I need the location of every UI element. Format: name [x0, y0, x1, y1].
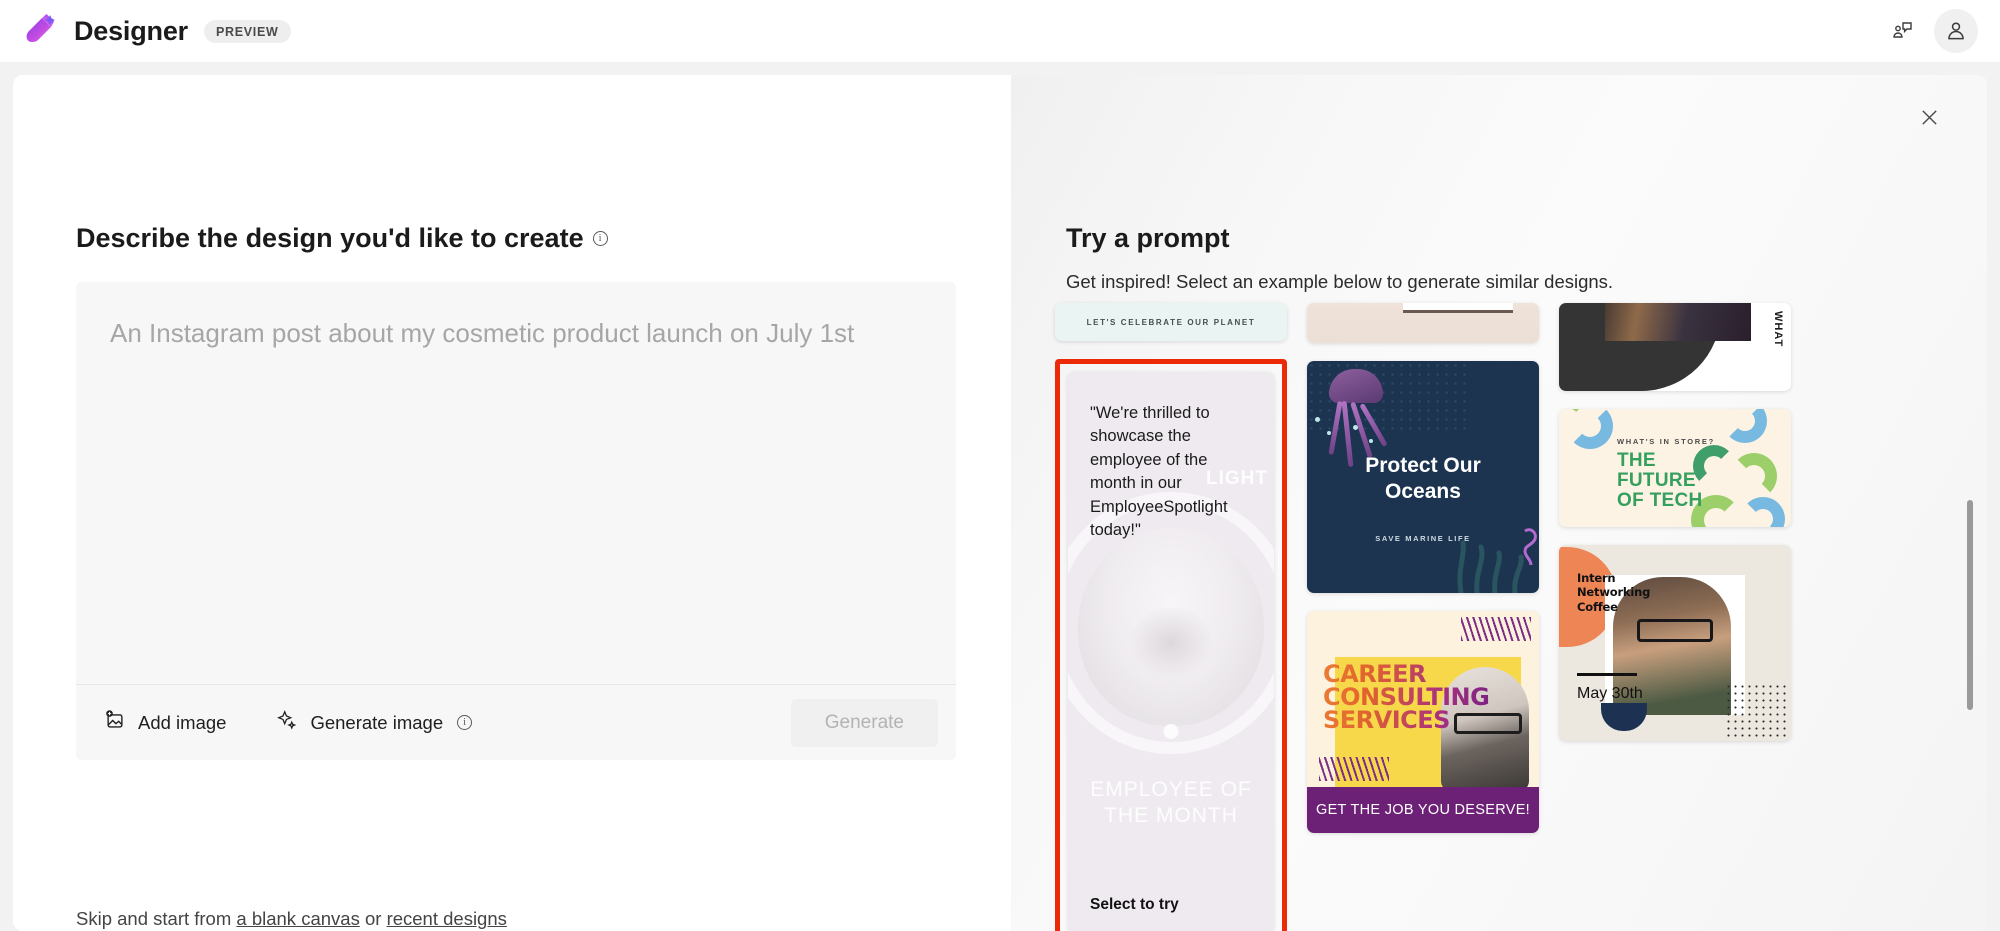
card-intern-networking[interactable]: Intern Networking Coffee May 30th — [1559, 545, 1791, 741]
decorative-dot — [1164, 724, 1179, 739]
designer-logo-icon — [20, 11, 60, 51]
card-kicker: WHAT'S IN STORE? — [1617, 437, 1715, 446]
bubble — [1327, 431, 1331, 435]
card-prompt-text: "We're thrilled to showcase the employee… — [1090, 402, 1254, 543]
arc-shape — [1567, 409, 1613, 449]
try-a-prompt-title: Try a prompt — [1066, 223, 1230, 254]
prompt-toolbar: Add image Generate image i Generate — [76, 684, 956, 760]
card-title-line2: FUTURE — [1617, 471, 1703, 491]
card-sand-teaser[interactable] — [1307, 303, 1539, 343]
card-headline-line1: EMPLOYEE OF — [1068, 777, 1274, 803]
add-image-label: Add image — [138, 712, 226, 734]
card-title-line1: THE — [1617, 451, 1703, 471]
image-add-icon — [104, 709, 126, 736]
try-a-prompt-subtitle: Get inspired! Select an example below to… — [1066, 271, 1613, 293]
prompt-input[interactable]: An Instagram post about my cosmetic prod… — [76, 282, 956, 684]
card-celebrate-planet[interactable]: LET'S CELEBRATE OUR PLANET — [1055, 303, 1287, 341]
card-title-line2: Oceans — [1307, 479, 1539, 505]
card-title-line1: Protect Our — [1307, 453, 1539, 479]
prompt-box: An Instagram post about my cosmetic prod… — [76, 282, 956, 760]
selection-highlight: LIGHT EMPLOYEE OF THE MONTH "We're thril… — [1055, 359, 1287, 931]
divider-rule — [1577, 673, 1637, 676]
gallery-scrollbar[interactable] — [1967, 500, 1973, 710]
app-header: Designer PREVIEW — [0, 0, 2000, 62]
blank-canvas-link[interactable]: a blank canvas — [236, 908, 359, 929]
dot-pattern — [1725, 683, 1787, 739]
header-actions — [1880, 9, 1978, 53]
page-title-text: Describe the design you'd like to create — [76, 223, 584, 254]
seaweed-icon — [1443, 507, 1539, 593]
card-footer-banner: GET THE JOB YOU DESERVE! — [1307, 787, 1539, 833]
recent-designs-link[interactable]: recent designs — [387, 908, 507, 929]
brand: Designer PREVIEW — [20, 11, 291, 51]
arc-shape — [1731, 453, 1777, 499]
gallery-column-1: LET'S CELEBRATE OUR PLANET LIGHT EMPLOYE… — [1055, 303, 1287, 931]
gallery-column-3: WHAT WHAT'S IN STORE? THE FUTURE OF TECH — [1559, 303, 1791, 931]
card-photo — [1078, 528, 1264, 726]
generate-image-info-icon[interactable]: i — [457, 715, 472, 730]
card-title-line2: Networking — [1577, 585, 1650, 599]
select-to-try-label[interactable]: Select to try — [1090, 896, 1179, 914]
footer-middle: or — [360, 908, 387, 929]
generate-button[interactable]: Generate — [791, 699, 938, 747]
card-employee-spotlight[interactable]: LIGHT EMPLOYEE OF THE MONTH "We're thril… — [1068, 372, 1274, 931]
card-caption: LET'S CELEBRATE OUR PLANET — [1087, 318, 1256, 327]
generate-image-button[interactable]: Generate image i — [276, 709, 472, 736]
sparkle-icon — [276, 709, 298, 736]
hatch-pattern — [1319, 757, 1389, 781]
prompt-pane: Describe the design you'd like to create… — [13, 75, 1011, 931]
arc-shape — [1741, 497, 1785, 527]
bubble — [1353, 425, 1358, 430]
arc-shape — [1723, 409, 1767, 443]
prompt-gallery: LET'S CELEBRATE OUR PLANET LIGHT EMPLOYE… — [1055, 303, 1985, 931]
card-title: Protect Our Oceans — [1307, 453, 1539, 504]
bubble — [1315, 417, 1320, 422]
card-protect-oceans[interactable]: Protect Our Oceans SAVE MARINE LIFE — [1307, 361, 1539, 593]
card-title: THE FUTURE OF TECH — [1617, 451, 1703, 511]
card-headline-line2: THE MONTH — [1068, 803, 1274, 829]
card-night-teaser[interactable]: WHAT — [1559, 303, 1791, 391]
card-title: Intern Networking Coffee — [1577, 571, 1650, 614]
card-title-line3: SERVICES — [1323, 709, 1489, 732]
account-button[interactable] — [1934, 9, 1978, 53]
generate-image-label: Generate image — [310, 712, 443, 734]
app-title: Designer — [74, 16, 188, 47]
card-date: May 30th — [1577, 685, 1643, 703]
close-button[interactable] — [1909, 97, 1949, 137]
card-career-consulting[interactable]: CAREER CONSULTING SERVICES GET THE JOB Y… — [1307, 611, 1539, 833]
info-circle-icon[interactable]: i — [593, 231, 608, 246]
card-title-line1: Intern — [1577, 571, 1650, 585]
card-title-line3: Coffee — [1577, 600, 1650, 614]
footer-links: Skip and start from a blank canvas or re… — [76, 908, 507, 930]
coffee-cup-icon — [1601, 703, 1647, 731]
card-title: CAREER CONSULTING SERVICES — [1323, 663, 1489, 732]
hatch-pattern — [1461, 617, 1531, 641]
add-image-button[interactable]: Add image — [104, 709, 226, 736]
footer-prefix: Skip and start from — [76, 908, 236, 929]
main-panel: Describe the design you'd like to create… — [13, 75, 1987, 931]
feedback-button[interactable] — [1880, 9, 1924, 53]
preview-badge: PREVIEW — [204, 20, 291, 43]
card-future-of-tech[interactable]: WHAT'S IN STORE? THE FUTURE OF TECH — [1559, 409, 1791, 527]
bubble — [1369, 439, 1373, 443]
card-headline: EMPLOYEE OF THE MONTH — [1068, 777, 1274, 830]
card-side-text: WHAT — [1772, 311, 1784, 347]
page-title: Describe the design you'd like to create… — [76, 223, 608, 254]
card-title-line3: OF TECH — [1617, 491, 1703, 511]
try-a-prompt-pane: Try a prompt Get inspired! Select an exa… — [1011, 75, 1987, 931]
gallery-column-2: Protect Our Oceans SAVE MARINE LIFE — [1307, 303, 1539, 931]
card-photo — [1605, 303, 1751, 341]
